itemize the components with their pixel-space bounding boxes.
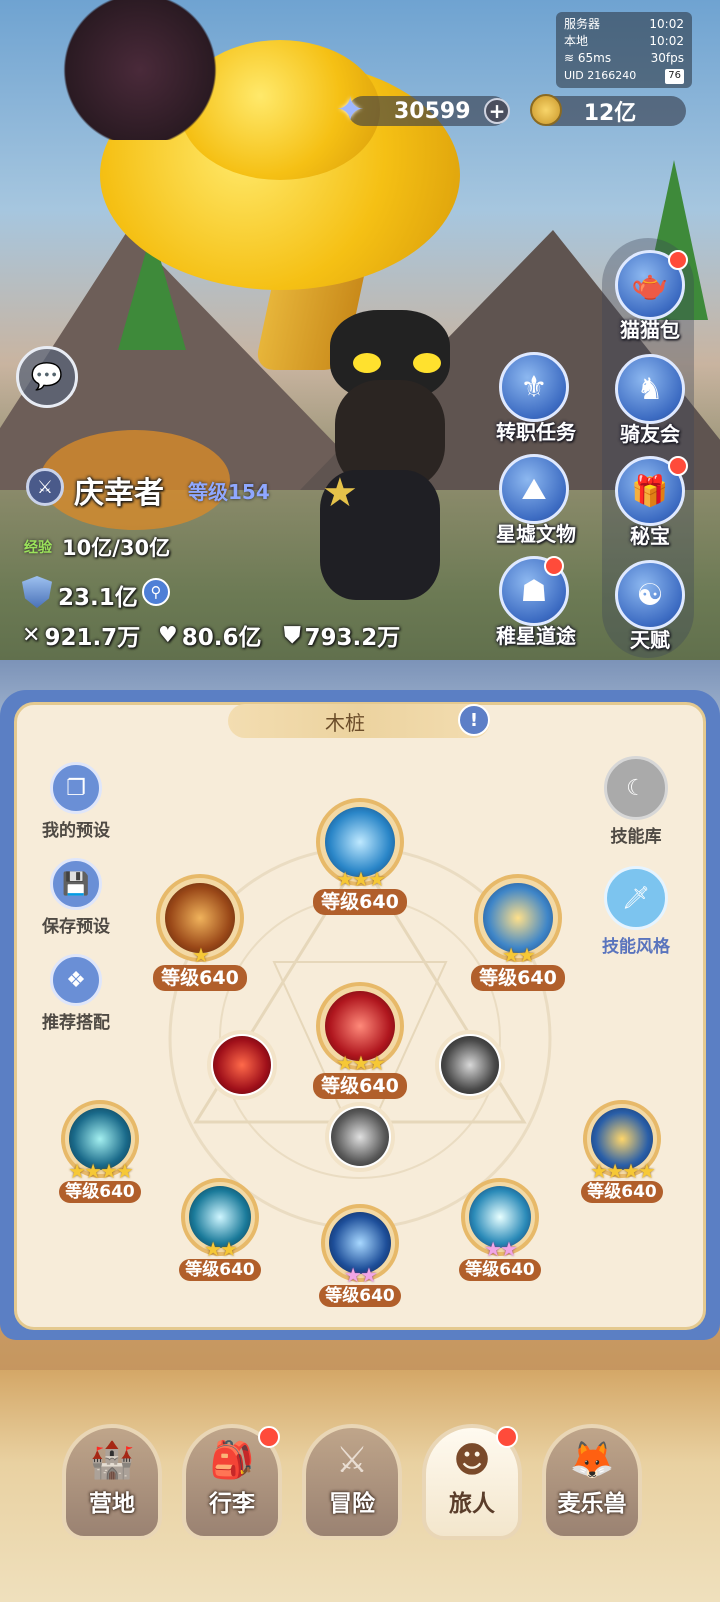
rider-club-button[interactable]: ♞ 骑友会 — [612, 354, 688, 447]
server-time: 10:02 — [649, 17, 684, 31]
moon-swirl-icon: ☾ — [626, 775, 646, 801]
notification-dot — [668, 250, 688, 270]
fox-head-icon: 🦊 — [569, 1440, 615, 1481]
wifi-icon: ≋ — [564, 51, 575, 65]
crest-icon: ⚜ — [520, 369, 548, 405]
skill-slot-upper-left[interactable]: ★ 等级640 — [140, 874, 260, 991]
combat-power: 23.1亿 — [58, 585, 138, 611]
player-character: ★ — [300, 290, 460, 620]
defense-stat: ⛊ 793.2万 — [284, 622, 401, 652]
hp-stat: ♥ 80.6亿 — [158, 622, 262, 652]
recommended-build-button[interactable]: ❖ 推荐搭配 — [28, 954, 124, 1033]
uid-text: UID 2166240 — [564, 69, 637, 82]
recommend-icon: ❖ — [66, 967, 86, 993]
star-icon: ✦ — [336, 90, 365, 130]
floppy-disk-icon: 💾 — [62, 871, 90, 897]
nav-camp[interactable]: 🏰 营地 — [62, 1424, 162, 1540]
chat-button[interactable]: 💬 — [16, 346, 78, 408]
passive-slot-gray-bottom[interactable] — [324, 1102, 396, 1172]
castle-icon: 🏰 — [89, 1440, 135, 1481]
my-presets-button[interactable]: ❐ 我的预设 — [28, 762, 124, 841]
heart-icon: ♥ — [158, 622, 178, 648]
traveler-head-icon: ☻ — [453, 1439, 491, 1481]
crossed-swords-icon: ✕ — [22, 622, 41, 648]
cat-bag-button[interactable]: 🫖 猫猫包 — [612, 250, 688, 343]
add-stars-button[interactable]: + — [484, 98, 510, 124]
skill-slot-center[interactable]: ★★★ 等级640 — [300, 982, 420, 1099]
notification-dot — [258, 1426, 280, 1448]
shield-icon: ⛊ — [284, 622, 301, 648]
info-button[interactable]: ! — [458, 704, 490, 736]
device-status-panel: 服务器 10:02 本地 10:02 ≋ 65ms 30fps UID 2166240… — [556, 12, 692, 88]
skill-icon — [213, 1036, 271, 1094]
relics-button[interactable]: ⛰ 星墟文物 — [496, 454, 576, 547]
sparkle-mountain-icon: ⛰ — [521, 471, 547, 507]
passive-slot-red[interactable] — [206, 1030, 278, 1100]
search-icon: ⚲ — [150, 583, 162, 601]
passive-slot-gray-right[interactable] — [434, 1030, 506, 1100]
notification-dot — [496, 1426, 518, 1448]
save-preset-button[interactable]: 💾 保存预设 — [28, 858, 124, 937]
notification-dot — [544, 556, 564, 576]
skill-slot-bottom-right[interactable]: ★★ 等级640 — [450, 1178, 550, 1281]
crossed-swords-icon: ⚔ — [335, 1439, 369, 1481]
power-detail-button[interactable]: ⚲ — [142, 578, 170, 606]
monster-creature — [60, 0, 220, 140]
brain-head-icon: ☯ — [636, 577, 664, 613]
attack-stat: ✕ 921.7万 — [22, 622, 141, 652]
nav-traveler[interactable]: ☻ 旅人 — [422, 1424, 522, 1540]
talent-button[interactable]: ☯ 天赋 — [612, 560, 688, 653]
ping-value: 65ms — [577, 51, 612, 65]
player-class-icon: ⚔ — [26, 468, 64, 506]
gold-coin-icon — [530, 94, 562, 126]
treasure-chest-icon: 🎁 — [631, 473, 669, 509]
local-label: 本地 — [564, 34, 589, 48]
local-time: 10:02 — [649, 34, 684, 48]
notification-dot — [668, 456, 688, 476]
exp-label: 经验 — [24, 540, 52, 556]
skill-slot-lower-far-right[interactable]: ★★★★ 等级640 — [572, 1100, 672, 1203]
job-quest-button[interactable]: ⚜ 转职任务 — [496, 352, 576, 445]
skill-slot-top[interactable]: ★★★ 等级640 — [300, 798, 420, 915]
hooded-figure-icon: ☗ — [520, 573, 548, 609]
preset-cards-icon: ❐ — [66, 775, 86, 801]
skill-slot-upper-right[interactable]: ★★ 等级640 — [458, 874, 578, 991]
chat-bubble-icon: 💬 — [30, 362, 64, 392]
fps-value: 30fps — [650, 51, 684, 65]
battery-icon: 76 — [665, 69, 684, 84]
exp-value: 10亿/30亿 — [62, 536, 171, 560]
skill-style-button[interactable]: 🗡 技能风格 — [588, 866, 684, 957]
skill-library-button[interactable]: ☾ 技能库 — [588, 756, 684, 847]
server-label: 服务器 — [564, 17, 601, 31]
cat-teapot-icon: 🫖 — [631, 267, 669, 303]
secret-treasure-button[interactable]: 🎁 秘宝 — [612, 456, 688, 549]
skill-slot-bottom-left[interactable]: ★★ 等级640 — [170, 1178, 270, 1281]
star-path-button[interactable]: ☗ 稚星道途 — [496, 556, 576, 649]
skill-icon — [441, 1036, 499, 1094]
nav-luggage[interactable]: 🎒 行李 — [182, 1424, 282, 1540]
skill-icon — [331, 1108, 389, 1166]
nav-adventure[interactable]: ⚔ 冒险 — [302, 1424, 402, 1540]
sword-icon: 🗡 — [622, 885, 650, 911]
player-name: 庆幸者 — [74, 476, 164, 511]
nav-pets[interactable]: 🦊 麦乐兽 — [542, 1424, 642, 1540]
horse-icon: ♞ — [636, 371, 664, 407]
skill-slot-bottom-center[interactable]: ★★ 等级640 — [310, 1204, 410, 1307]
player-level: 等级154 — [188, 480, 270, 504]
book-icon: ! — [469, 709, 479, 731]
target-title-bar: 木桩 — [228, 704, 490, 738]
skill-slot-lower-far-left[interactable]: ★★★★ 等级640 — [50, 1100, 150, 1203]
backpack-icon: 🎒 — [209, 1440, 255, 1481]
